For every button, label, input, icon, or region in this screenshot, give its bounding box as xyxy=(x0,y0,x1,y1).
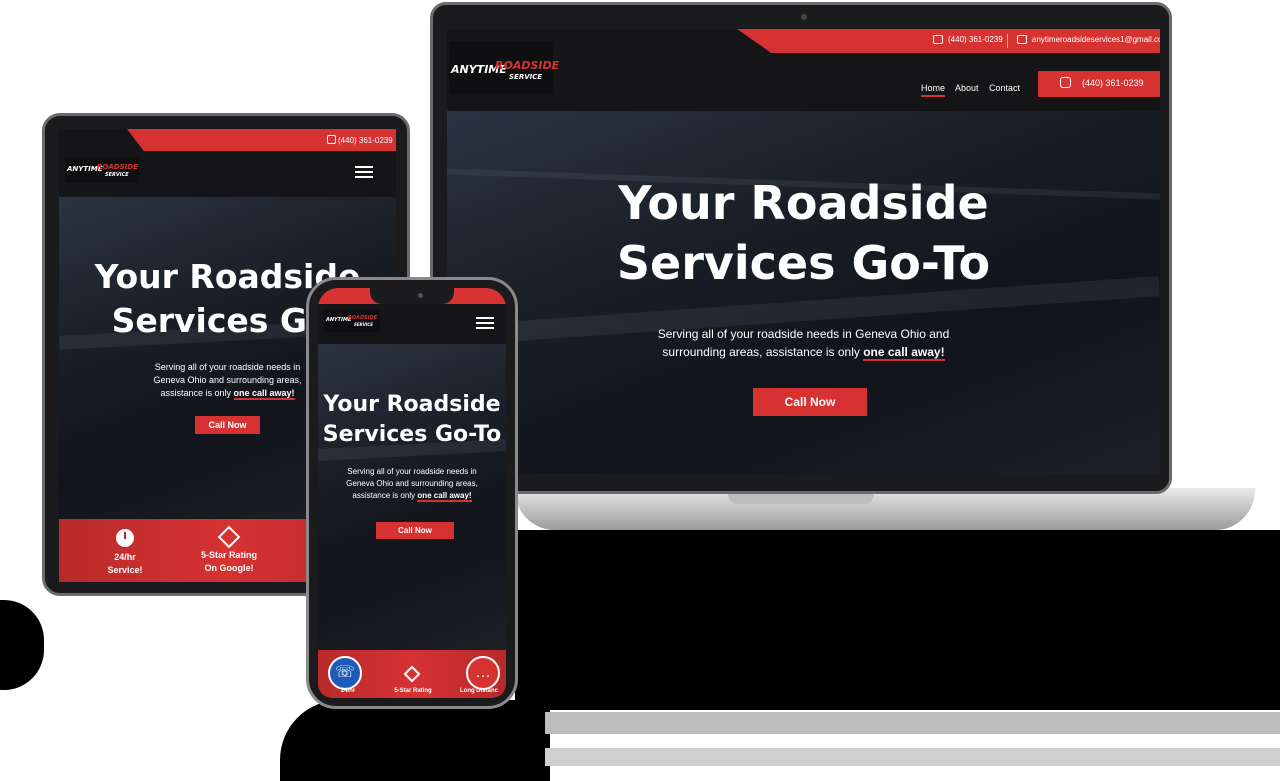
top-bar-phone: (440) 361-0239 xyxy=(338,136,393,145)
reflection-bar xyxy=(545,712,1280,734)
hamburger-menu-icon[interactable] xyxy=(355,166,373,178)
nav-home[interactable]: Home xyxy=(921,83,946,97)
feature-label: On Google! xyxy=(204,563,254,573)
hero-highlight: one call away! xyxy=(233,388,295,400)
phone-icon xyxy=(327,135,336,144)
feature-label: 5-Star Rating xyxy=(200,550,257,560)
site-logo[interactable]: ANYTIME ROADSIDE SERVICE xyxy=(65,157,139,183)
hero-heading-line1: Your Roadside xyxy=(323,392,501,417)
nav-phone-button[interactable]: (440) 361-0239 xyxy=(1038,71,1160,97)
features-bar: ☏ … 24/hr 5-Star Rating Long Distanc xyxy=(318,650,506,698)
navbar: ANYTIME ROADSIDE SERVICE xyxy=(59,151,396,197)
phone-call-fab-icon[interactable]: ☏ xyxy=(328,656,362,690)
hero-heading: Your Roadside Services Go-To xyxy=(318,390,506,450)
hero-heading: Your Roadside Services Go-To xyxy=(447,173,1160,293)
camera-icon xyxy=(418,293,423,298)
hero-section: Your Roadside Services Go-To Serving all… xyxy=(447,111,1160,474)
hero-highlight: one call away! xyxy=(863,345,945,361)
hero-heading-line2: Services Go-To xyxy=(616,236,991,290)
hero-highlight: one call away! xyxy=(417,491,472,502)
hero-section: Your Roadside Services Go-To Serving all… xyxy=(318,344,506,650)
laptop-screen: (440) 361-0239 anytimeroadsideservices1@… xyxy=(447,29,1160,474)
device-shadow-bottom xyxy=(280,700,550,781)
hero-subtext-line3: assistance is only xyxy=(352,491,416,500)
hero-subtext-line2: Geneva Ohio and surrounding areas, xyxy=(346,479,478,488)
navbar: ANYTIME ROADSIDE SERVICE xyxy=(318,304,506,344)
phone-screen: ANYTIME ROADSIDE SERVICE Your Roadside S… xyxy=(318,288,506,698)
feature-long-distance: Long Distanc xyxy=(459,688,498,694)
top-bar: (440) 361-0239 anytimeroadsideservices1@… xyxy=(447,29,1160,53)
hero-subtext-line1: Serving all of your roadside needs in Ge… xyxy=(657,327,950,341)
hero-subtext: Serving all of your roadside needs in Ge… xyxy=(447,325,1160,361)
feature-rating: 5-Star Rating xyxy=(394,688,432,694)
hero-subtext-line1: Serving all of your roadside needs in xyxy=(347,467,477,476)
mail-icon xyxy=(1017,35,1027,44)
handshake-icon xyxy=(217,525,241,549)
laptop-base xyxy=(515,488,1255,530)
top-bar-email: anytimeroadsideservices1@gmail.com xyxy=(1032,35,1160,44)
hamburger-menu-icon[interactable] xyxy=(476,317,494,329)
hero-subtext-line3: assistance is only xyxy=(160,388,231,398)
site-logo[interactable]: ANYTIME ROADSIDE SERVICE xyxy=(324,310,380,332)
site-logo[interactable]: ANYTIME ROADSIDE SERVICE xyxy=(449,41,559,93)
top-bar-phone-link[interactable]: (440) 361-0239 xyxy=(327,135,393,145)
logo-word3: SERVICE xyxy=(105,172,129,178)
phone-icon xyxy=(1060,77,1071,88)
divider xyxy=(1007,34,1008,48)
feature-label: Service! xyxy=(107,565,143,575)
nav-about[interactable]: About xyxy=(955,83,979,93)
camera-icon xyxy=(801,14,807,20)
navbar: ANYTIME ROADSIDE SERVICE Home About Cont… xyxy=(447,41,1160,111)
feature-24hr: 24/hr Service! xyxy=(95,529,155,577)
top-bar: (440) 361-0239 xyxy=(59,129,396,151)
phone-notch xyxy=(370,288,454,304)
hero-heading-line2: Services Go-To xyxy=(322,422,502,447)
device-shadow-left xyxy=(0,600,44,690)
call-now-button[interactable]: Call Now xyxy=(753,388,867,416)
logo-word2: ROADSIDE xyxy=(348,315,378,321)
phone-icon xyxy=(933,35,943,44)
call-now-button[interactable]: Call Now xyxy=(376,522,454,539)
logo-word2: ROADSIDE xyxy=(495,59,560,72)
feature-rating: 5-Star Rating On Google! xyxy=(189,525,269,575)
feature-24hr: 24/hr xyxy=(340,688,356,694)
feature-label: 24/hr xyxy=(114,552,136,562)
clock-icon xyxy=(116,529,134,547)
hero-heading-line1: Your Roadside xyxy=(618,176,989,230)
hero-subtext-line2: surrounding areas, assistance is only xyxy=(662,345,860,359)
handshake-icon xyxy=(403,665,421,683)
reflection-bar xyxy=(545,748,1280,766)
chat-fab-icon[interactable]: … xyxy=(466,656,500,690)
top-bar-email-link[interactable]: anytimeroadsideservices1@gmail.com xyxy=(1017,35,1160,44)
logo-word2: ROADSIDE xyxy=(97,163,138,171)
device-shadow xyxy=(515,530,1280,710)
laptop-frame: (440) 361-0239 anytimeroadsideservices1@… xyxy=(430,2,1172,494)
top-bar-phone: (440) 361-0239 xyxy=(948,35,1003,44)
nav-phone-label: (440) 361-0239 xyxy=(1082,78,1144,88)
call-now-button[interactable]: Call Now xyxy=(195,416,260,434)
hero-subtext: Serving all of your roadside needs in Ge… xyxy=(318,466,506,502)
nav-contact[interactable]: Contact xyxy=(989,83,1020,93)
top-bar-phone-link[interactable]: (440) 361-0239 xyxy=(933,35,1003,44)
logo-word3: SERVICE xyxy=(509,73,543,81)
phone-frame: ANYTIME ROADSIDE SERVICE Your Roadside S… xyxy=(306,277,518,709)
logo-word3: SERVICE xyxy=(354,322,373,327)
